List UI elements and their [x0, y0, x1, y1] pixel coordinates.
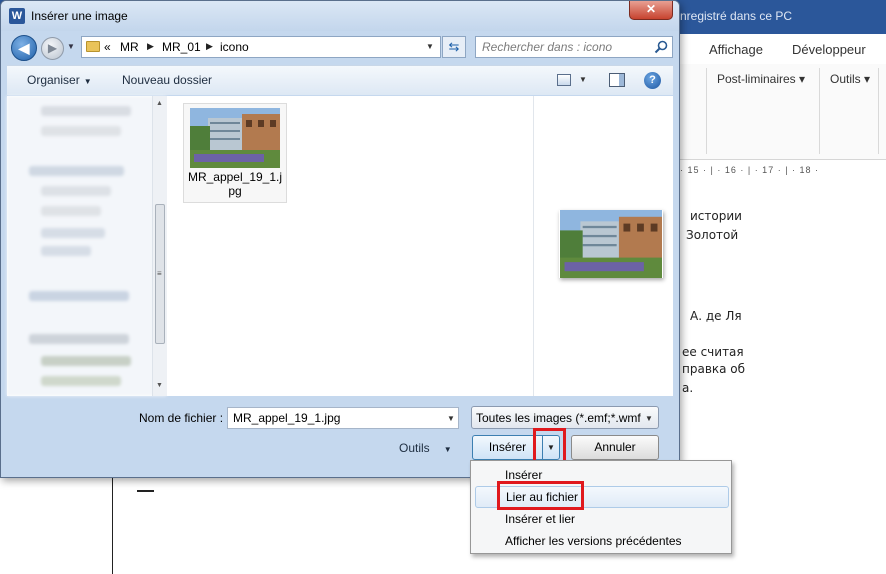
- scroll-thumb[interactable]: ≡: [155, 204, 165, 344]
- help-icon[interactable]: ?: [644, 72, 661, 89]
- insert-image-dialog: W Insérer une image ✕ ◀ ▶ ▼ « MR ▶ MR_01…: [0, 0, 680, 478]
- file-name: MR_appel_19_1.jpg: [187, 170, 283, 198]
- grip-icon: ≡: [157, 269, 162, 278]
- breadcrumb-separator-icon[interactable]: ▶: [206, 41, 213, 52]
- command-bar: Organiser ▼ Nouveau dossier ▼ ?: [7, 65, 673, 95]
- breadcrumb-item-icono[interactable]: icono: [220, 40, 249, 54]
- tools-button[interactable]: Outils ▼: [399, 441, 452, 455]
- image-thumbnail: [190, 108, 280, 168]
- doc-text-line: истории: [690, 209, 742, 223]
- breadcrumb-item-mr01[interactable]: MR_01: [162, 40, 201, 54]
- chevron-down-icon[interactable]: ▼: [579, 75, 587, 84]
- ribbon-outils[interactable]: Outils ▾: [830, 72, 870, 86]
- recent-locations-dropdown[interactable]: ▼: [67, 42, 79, 54]
- chevron-down-icon: ▼: [83, 77, 92, 86]
- chevron-down-icon[interactable]: ▼: [426, 42, 434, 51]
- file-item[interactable]: MR_appel_19_1.jpg: [183, 103, 287, 203]
- cancel-button[interactable]: Annuler: [571, 435, 659, 460]
- doc-text-line: А. де Ля: [690, 309, 742, 323]
- highlight-box-dropdown: [533, 428, 566, 463]
- image-preview: [560, 210, 662, 278]
- search-input[interactable]: [476, 37, 650, 57]
- text-cursor: [137, 490, 154, 492]
- dialog-title: Insérer une image: [31, 9, 128, 23]
- forward-arrow-icon: ▶: [47, 41, 58, 55]
- insert-button[interactable]: Insérer: [472, 435, 542, 460]
- highlight-box-menu-item: [497, 481, 584, 510]
- scroll-up-icon[interactable]: ▲: [156, 100, 163, 107]
- dialog-titlebar[interactable]: W Insérer une image ✕: [1, 1, 679, 31]
- file-list: MR_appel_19_1.jpg: [167, 96, 533, 396]
- breadcrumb-overflow[interactable]: «: [104, 40, 111, 54]
- ruler: · 15 · | · 16 · | · 17 · | · 18 ·: [680, 163, 886, 179]
- tab-affichage[interactable]: Affichage: [709, 42, 763, 57]
- back-button[interactable]: ◀: [11, 35, 37, 61]
- new-folder-button[interactable]: Nouveau dossier: [122, 73, 212, 87]
- chevron-down-icon[interactable]: ▼: [447, 414, 455, 423]
- doc-text-line: ее считая: [682, 345, 744, 359]
- view-icon[interactable]: [557, 74, 571, 86]
- ribbon-separator: [878, 68, 879, 154]
- file-type-select[interactable]: Toutes les images (*.emf;*.wmf ▼: [471, 406, 659, 429]
- search-box: [475, 36, 673, 58]
- close-button[interactable]: ✕: [629, 1, 673, 20]
- organize-label: Organiser: [27, 73, 80, 87]
- doc-text-line: а.: [682, 381, 694, 395]
- doc-text-line: правка об: [682, 362, 746, 376]
- navigation-scrollbar[interactable]: ▲ ≡ ▼: [152, 96, 167, 396]
- tools-label: Outils: [399, 441, 430, 455]
- menu-item-inserer-et-lier[interactable]: Insérer et lier: [475, 508, 729, 530]
- chevron-down-icon: ▼: [645, 414, 653, 423]
- content-area: ▲ ≡ ▼ MR_appel_19_1.jpg: [7, 96, 673, 396]
- scroll-down-icon[interactable]: ▼: [156, 382, 163, 389]
- word-title: nregistré dans ce PC: [680, 9, 793, 23]
- breadcrumb-item-mr[interactable]: MR: [120, 40, 139, 54]
- ribbon-post-liminaires[interactable]: Post-liminaires ▾: [717, 72, 805, 86]
- refresh-icon: ⇆: [448, 39, 460, 54]
- preview-pane: [533, 96, 673, 396]
- filename-label: Nom de fichier :: [139, 411, 224, 425]
- word-app-icon: W: [9, 8, 25, 24]
- back-arrow-icon: ◀: [18, 40, 30, 56]
- navigation-pane[interactable]: [7, 96, 167, 396]
- preview-pane-icon[interactable]: [609, 73, 625, 87]
- address-bar[interactable]: « MR ▶ MR_01 ▶ icono ▼: [81, 36, 441, 58]
- organize-button[interactable]: Organiser ▼: [27, 73, 92, 87]
- ribbon-separator: [706, 68, 707, 154]
- chevron-down-icon: ▼: [443, 445, 452, 454]
- page-margin-line: [112, 470, 113, 574]
- filename-input[interactable]: [227, 407, 459, 429]
- tab-developpeur[interactable]: Développeur: [792, 42, 866, 57]
- search-icon[interactable]: [654, 40, 668, 54]
- refresh-button[interactable]: ⇆: [442, 36, 466, 58]
- chevron-down-icon: ▼: [67, 42, 75, 51]
- ribbon-separator: [819, 68, 820, 154]
- doc-text-line: Золотой: [686, 228, 739, 242]
- file-type-label: Toutes les images (*.emf;*.wmf: [476, 411, 641, 425]
- breadcrumb-separator-icon[interactable]: ▶: [147, 41, 154, 52]
- close-icon: ✕: [645, 2, 657, 16]
- folder-icon: [86, 41, 100, 52]
- menu-item-versions-precedentes[interactable]: Afficher les versions précédentes: [475, 530, 729, 552]
- forward-button[interactable]: ▶: [41, 37, 64, 60]
